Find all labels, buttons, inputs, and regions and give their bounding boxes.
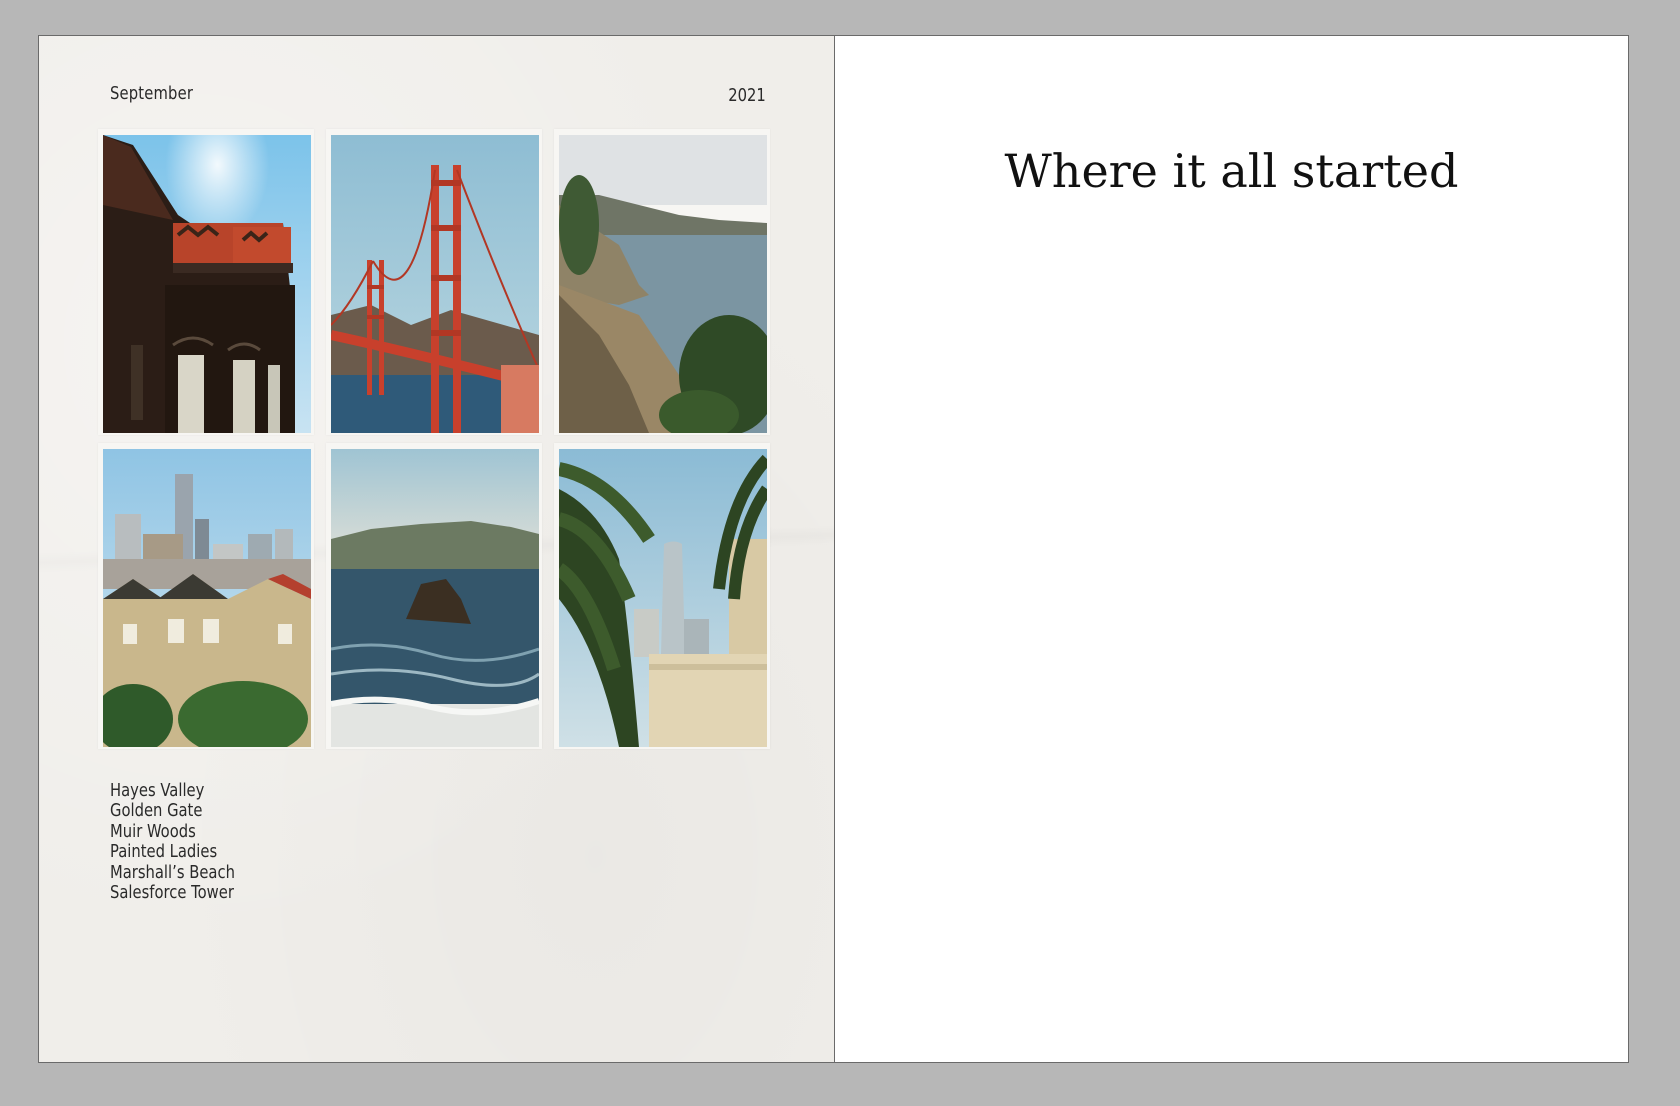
caption-hayes-valley: Hayes Valley [110, 780, 205, 801]
beach-rock-photo[interactable] [326, 443, 542, 749]
caption-marshalls-beach: Marshall’s Beach [110, 861, 235, 883]
right-page[interactable]: Where it all started [835, 36, 1628, 1062]
caption-golden-gate: Golden Gate [110, 800, 203, 822]
month-label: September [110, 83, 194, 104]
caption-muir-woods: Muir Woods [110, 820, 196, 842]
page-heading[interactable]: Where it all started [835, 144, 1628, 198]
caption-salesforce-tower: Salesforce Tower [110, 882, 234, 904]
salesforce-tower-photo[interactable] [554, 443, 770, 749]
photo-caption-list: Hayes Valley Golden Gate Muir Woods Pain… [110, 780, 235, 904]
golden-gate-bridge-photo[interactable] [326, 129, 542, 435]
year-label: 2021 [728, 85, 766, 106]
workspace-canvas: September 2021 Hayes Valley Golden Gate … [0, 0, 1680, 1106]
caption-painted-ladies: Painted Ladies [110, 841, 218, 863]
coastal-cliffs-photo[interactable] [554, 129, 770, 435]
left-page[interactable]: September 2021 Hayes Valley Golden Gate … [39, 36, 835, 1062]
victorian-house-photo[interactable] [98, 129, 314, 435]
page-spread: September 2021 Hayes Valley Golden Gate … [38, 35, 1629, 1063]
painted-ladies-photo[interactable] [98, 443, 314, 749]
